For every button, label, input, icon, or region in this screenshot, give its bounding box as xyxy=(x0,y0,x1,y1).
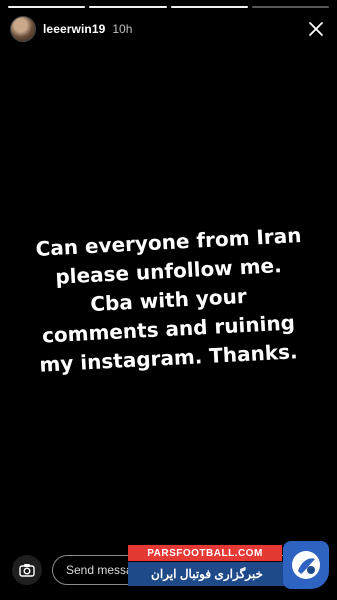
story-progress-bar xyxy=(8,6,329,8)
story-text: Can everyone from Iran please unfollow m… xyxy=(0,223,337,377)
progress-segment xyxy=(89,6,167,8)
camera-icon xyxy=(19,564,35,577)
close-button[interactable] xyxy=(305,18,327,40)
avatar[interactable] xyxy=(10,16,36,42)
close-icon xyxy=(309,22,323,36)
watermark: PARSFOOTBALL.COM خبرگزاری فوتبال ایران xyxy=(128,541,333,593)
username[interactable]: leeerwin19 xyxy=(43,22,105,36)
timestamp: 10h xyxy=(112,22,133,36)
story-header: leeerwin19 10h xyxy=(10,16,329,42)
progress-segment xyxy=(251,6,329,8)
parsfootball-logo-icon xyxy=(283,541,329,589)
watermark-site: PARSFOOTBALL.COM xyxy=(128,545,282,561)
watermark-tagline: خبرگزاری فوتبال ایران xyxy=(128,562,286,586)
progress-segment xyxy=(170,6,248,8)
progress-segment xyxy=(8,6,86,8)
camera-button[interactable] xyxy=(12,555,42,585)
